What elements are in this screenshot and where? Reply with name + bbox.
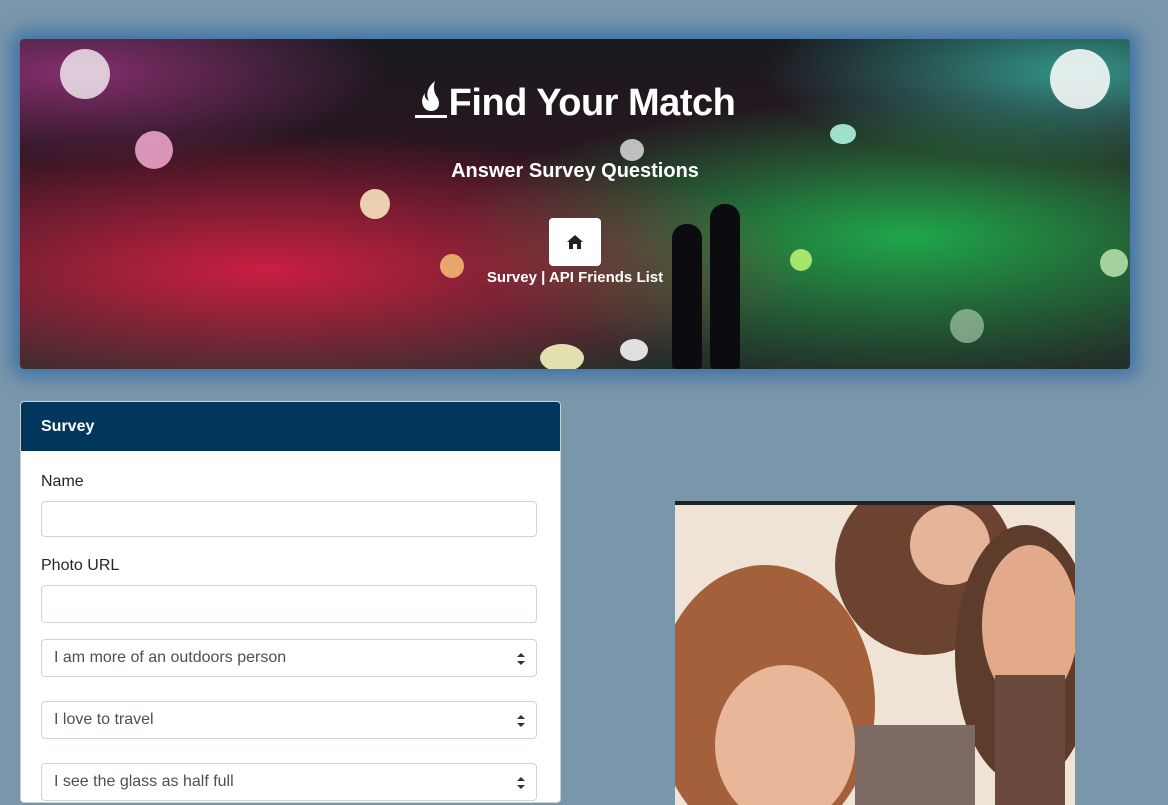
name-label: Name xyxy=(41,473,84,490)
page-subtitle: Answer Survey Questions xyxy=(451,160,699,182)
question-select-2-value: I love to travel xyxy=(54,711,154,728)
survey-card-header: Survey xyxy=(21,402,560,451)
couple-photo xyxy=(675,501,1075,805)
question-select-3[interactable]: I see the glass as half full xyxy=(41,763,537,801)
bokeh-light xyxy=(620,339,648,361)
nav-separator: | xyxy=(541,269,546,286)
bokeh-light xyxy=(830,124,856,144)
nav-link-api-friends[interactable]: API Friends List xyxy=(549,269,663,286)
home-icon xyxy=(567,235,583,249)
bokeh-light xyxy=(360,189,390,219)
hero-banner: Find Your Match Answer Survey Questions … xyxy=(20,39,1130,369)
couple-silhouette xyxy=(710,204,740,369)
question-select-2[interactable]: I love to travel xyxy=(41,701,537,739)
home-button[interactable] xyxy=(549,218,601,266)
bokeh-light xyxy=(540,344,584,369)
title-text: Find Your Match xyxy=(448,82,736,124)
photo-url-input[interactable] xyxy=(41,585,537,623)
select-arrows-icon xyxy=(517,653,525,665)
question-select-3-value: I see the glass as half full xyxy=(54,773,234,790)
question-select-1[interactable]: I am more of an outdoors person xyxy=(41,639,537,677)
survey-card: Survey Name Photo URL I am more of an ou… xyxy=(20,401,561,803)
page-title: Find Your Match xyxy=(20,79,1130,125)
couple-photo-illustration xyxy=(675,505,1075,805)
question-select-1-value: I am more of an outdoors person xyxy=(54,649,287,666)
bokeh-light xyxy=(620,139,644,161)
name-input[interactable] xyxy=(41,501,537,537)
bokeh-light xyxy=(790,249,812,271)
flame-icon xyxy=(414,81,447,118)
nav-links: Survey | API Friends List xyxy=(20,269,1130,286)
select-arrows-icon xyxy=(517,777,525,789)
select-arrows-icon xyxy=(517,715,525,727)
bokeh-light xyxy=(950,309,984,343)
nav-link-survey[interactable]: Survey xyxy=(487,269,537,286)
photo-url-label: Photo URL xyxy=(41,557,120,574)
couple-silhouette xyxy=(672,224,702,369)
